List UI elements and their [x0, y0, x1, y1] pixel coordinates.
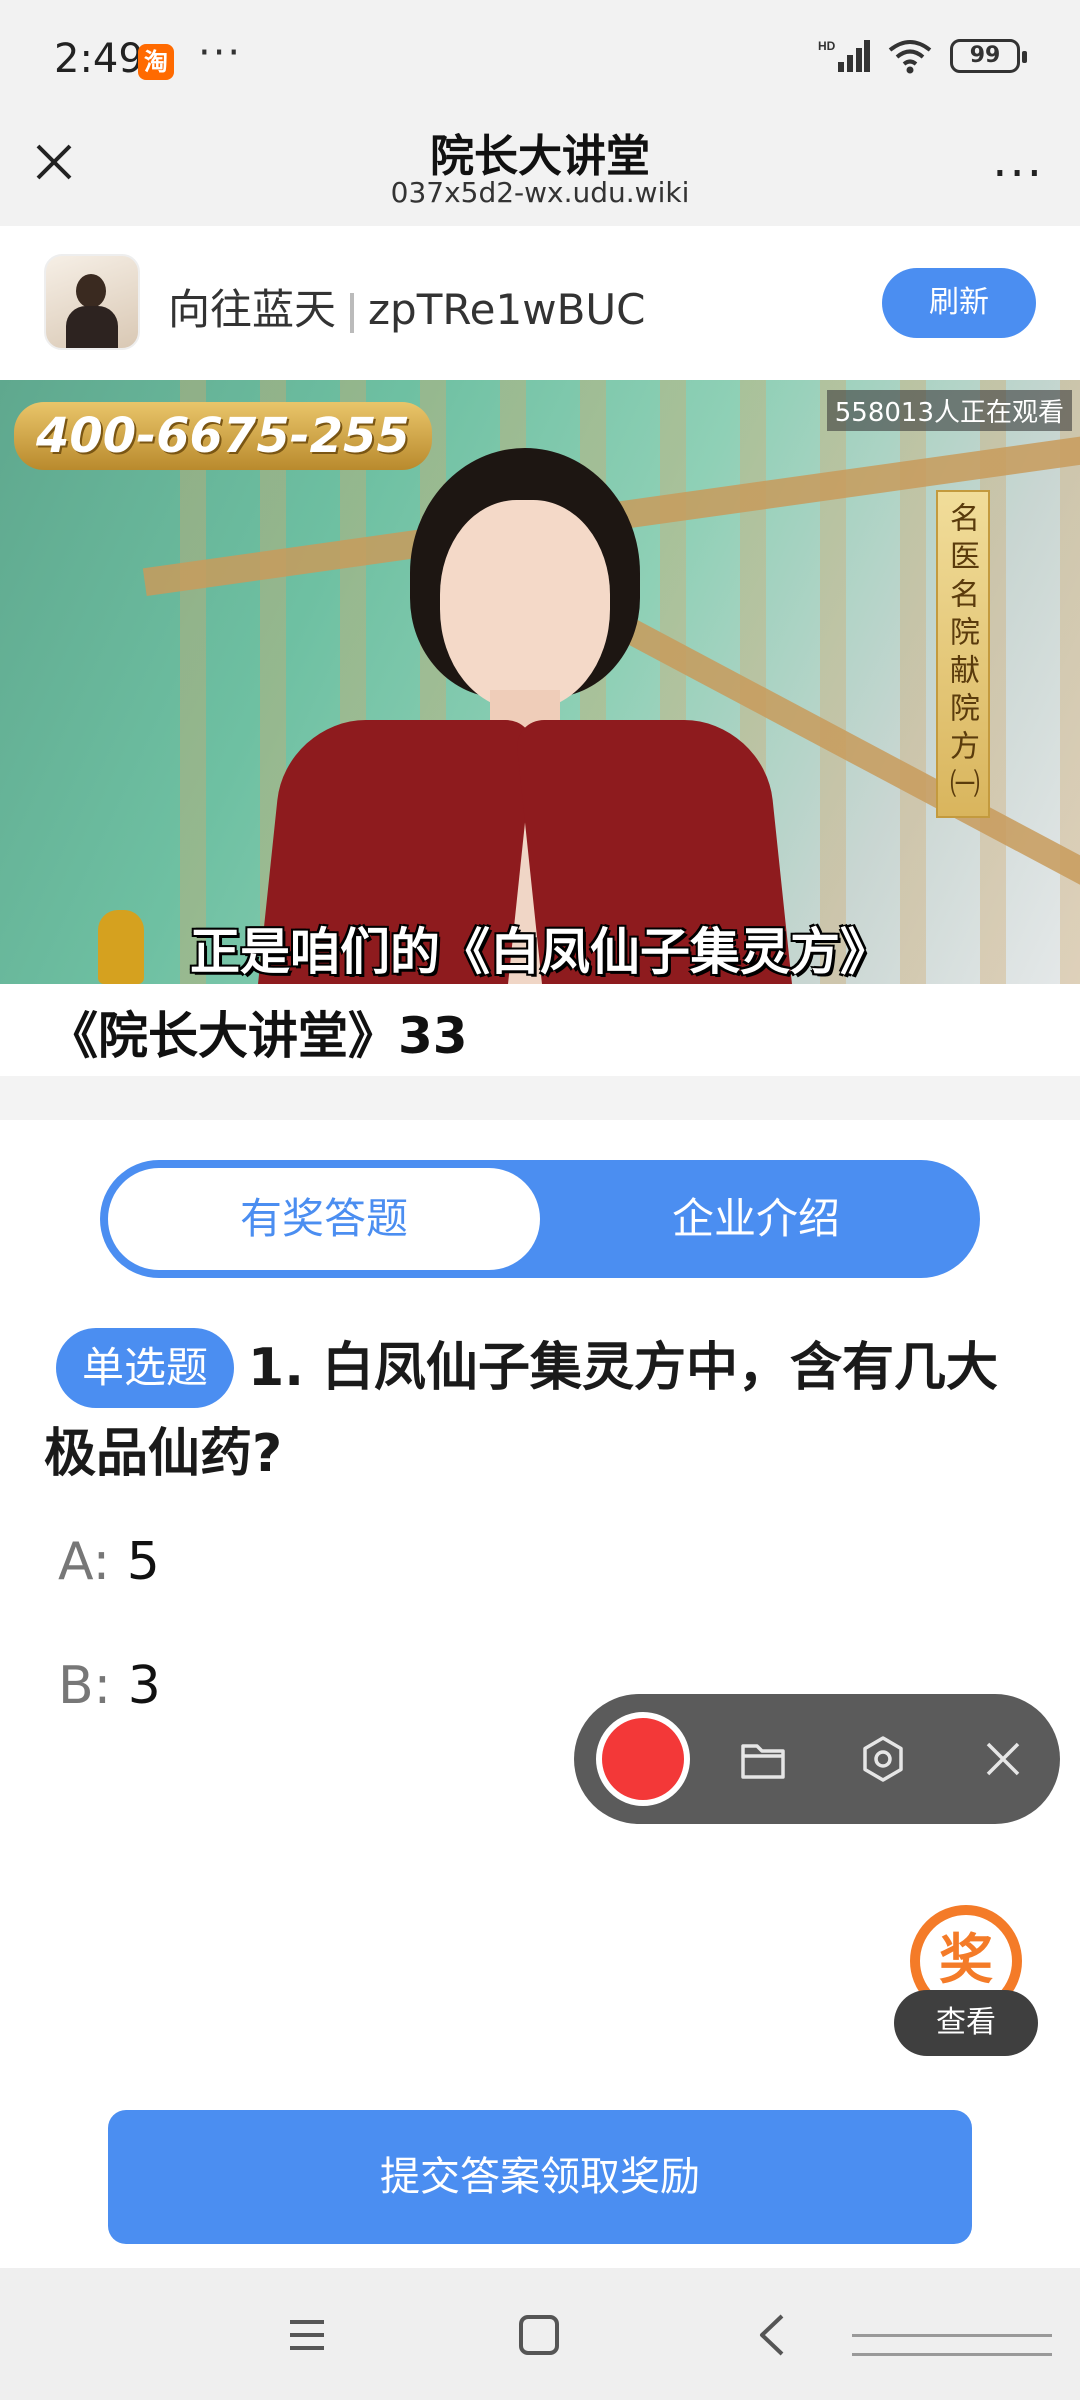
tab-bar: 有奖答题 企业介绍 [100, 1160, 980, 1278]
option-value: 5 [126, 1532, 160, 1592]
option-key: B: [58, 1656, 112, 1716]
option-value: 3 [127, 1656, 161, 1716]
close-icon[interactable] [978, 1734, 1028, 1784]
signal-icon: HD [818, 39, 870, 72]
avatar [44, 254, 140, 350]
video-title: 《院长大讲堂》33 [48, 1007, 468, 1065]
submit-answer-button[interactable]: 提交答案领取奖励 [108, 2110, 972, 2244]
gesture-handle [852, 2334, 1052, 2356]
tab-company-intro[interactable]: 企业介绍 [540, 1168, 972, 1270]
channel-name: 向往蓝天 [168, 285, 337, 334]
award-view-button[interactable]: 查看 [894, 1990, 1038, 2056]
status-more-dots: ··· [198, 30, 243, 76]
channel-header: 向往蓝天 zpTRe1wBUC 刷新 [0, 226, 1080, 380]
channel-info: 向往蓝天 zpTRe1wBUC [168, 276, 645, 337]
option-key: A: [58, 1532, 111, 1592]
live-video-player[interactable]: 400-6675-255 558013人正在观看 名医名院献院方㈠ 正是咱们的《… [0, 380, 1080, 984]
question: 单选题 1. 白凤仙子集灵方中，含有几大极品仙药? [44, 1325, 1044, 1497]
status-time: 2:49 [54, 36, 144, 82]
option-b[interactable]: B: 3 [58, 1656, 161, 1716]
page-title: 院长大讲堂 [430, 131, 650, 182]
video-subtitle: 正是咱们的《白凤仙子集灵方》 [190, 923, 890, 981]
system-navigation-bar [0, 2268, 1080, 2400]
screen-recorder-toolbar [574, 1694, 1060, 1824]
menu-icon[interactable] [280, 2308, 334, 2362]
battery-indicator: 99 [950, 39, 1027, 73]
page-url: 037x5d2-wx.udu.wiki [390, 176, 690, 209]
channel-divider [350, 292, 355, 333]
more-menu-button[interactable]: ··· [992, 146, 1044, 202]
home-icon[interactable] [512, 2308, 566, 2362]
channel-id: zpTRe1wBUC [368, 285, 646, 334]
svg-text:HD: HD [818, 39, 836, 53]
wifi-icon [888, 40, 932, 74]
back-icon[interactable] [746, 2308, 800, 2362]
presenter-face [440, 500, 610, 710]
record-icon[interactable] [596, 1712, 690, 1806]
refresh-button[interactable]: 刷新 [882, 268, 1036, 338]
settings-icon[interactable] [858, 1734, 908, 1784]
status-bar: 2:49 淘 ··· HD 99 [0, 0, 1080, 120]
viewer-count: 558013人正在观看 [826, 390, 1072, 431]
status-indicators: HD 99 [818, 38, 1027, 74]
option-a[interactable]: A: 5 [58, 1532, 160, 1592]
vertical-banner: 名医名院献院方㈠ [936, 490, 990, 818]
title-bar: 院长大讲堂 037x5d2-wx.udu.wiki ··· [0, 120, 1080, 226]
question-type-badge: 单选题 [56, 1328, 235, 1408]
folder-icon[interactable] [738, 1734, 788, 1784]
phone-number-banner: 400-6675-255 [14, 402, 432, 470]
tab-quiz[interactable]: 有奖答题 [108, 1168, 540, 1270]
section-divider [0, 1076, 1080, 1120]
taobao-app-icon: 淘 [138, 44, 174, 80]
